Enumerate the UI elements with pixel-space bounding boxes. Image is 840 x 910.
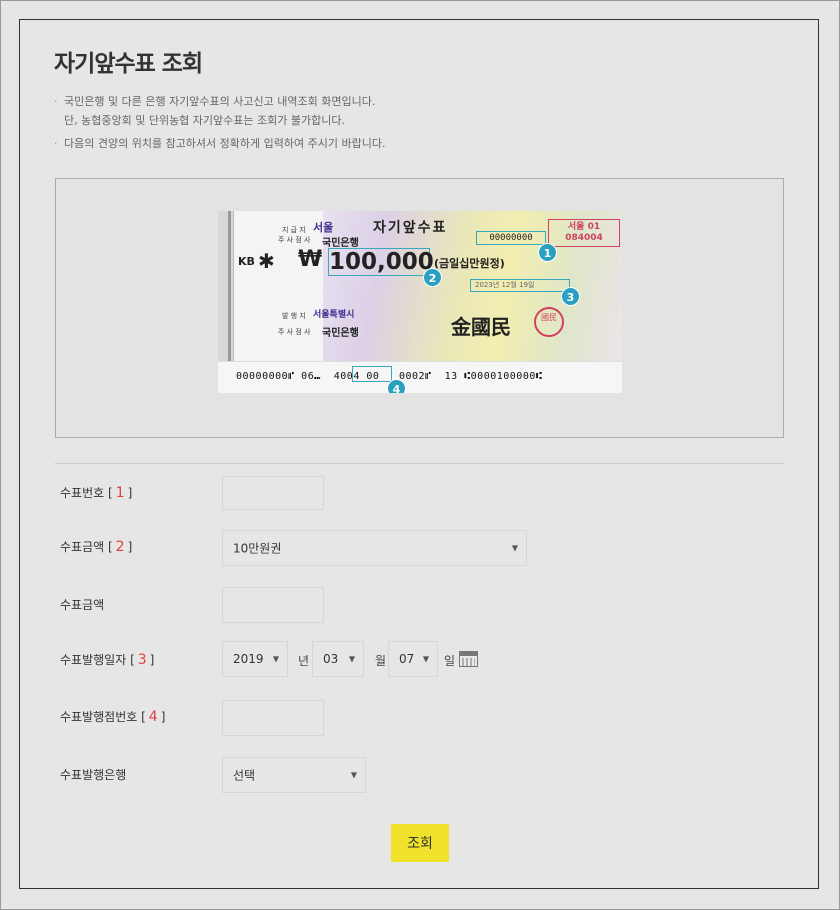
- check-bank-name: 국민은행: [322, 238, 359, 249]
- marker-4: 4: [387, 379, 406, 393]
- check-stub: [218, 211, 234, 361]
- check-signature: 金國民: [451, 315, 511, 339]
- check-issuer-bank: 국민은행: [322, 328, 359, 339]
- year-unit: 년: [298, 654, 310, 668]
- check-number-input[interactable]: [222, 476, 324, 510]
- check-date: 2023년 12월 19일: [470, 279, 570, 292]
- chevron-down-icon: ▼: [511, 543, 518, 553]
- check-amount-type-label: 수표금액 [2]: [60, 539, 133, 555]
- check-red-stamp: 서울 01 084004: [548, 219, 620, 247]
- chevron-down-icon: ▼: [272, 654, 279, 664]
- issue-month-select[interactable]: 03 ▼: [312, 641, 364, 677]
- section-divider: [55, 463, 784, 464]
- kb-logo: KB: [238, 255, 255, 268]
- notice-1: 국민은행 및 다른 은행 자기앞수표의 사고신고 내역조회 화면입니다.: [54, 92, 385, 111]
- won-sign: ₩: [298, 247, 323, 272]
- issue-year-select[interactable]: 2019 ▼: [222, 641, 288, 677]
- check-title: 자기앞수표: [373, 220, 448, 236]
- check-issuer-city: 서울특별시: [313, 310, 355, 320]
- marker-2: 2: [423, 268, 442, 287]
- check-amount-words: (금일십만원정): [434, 257, 505, 270]
- check-amount-select-value: 10만원권: [233, 541, 282, 556]
- search-button[interactable]: 조회: [391, 824, 449, 862]
- notice-3: 다음의 견양의 위치를 참고하셔서 정확하게 입력하여 주시기 바랍니다.: [54, 134, 385, 153]
- notice-2: 단, 농협중앙회 및 단위농협 자기앞수표는 조회가 불가합니다.: [64, 114, 345, 127]
- issuing-bank-label: 수표발행은행: [60, 768, 127, 782]
- marker-3: 3: [561, 287, 580, 306]
- marker-1: 1: [538, 243, 557, 262]
- branch-number-input[interactable]: [222, 700, 324, 736]
- check-amount: 100,000: [328, 248, 434, 276]
- chevron-down-icon: ▼: [348, 654, 355, 664]
- check-serial: 00000000: [476, 231, 546, 245]
- check-branch-highlight: [352, 366, 392, 382]
- notice-list: 국민은행 및 다른 은행 자기앞수표의 사고신고 내역조회 화면입니다. 단, …: [54, 92, 385, 153]
- month-unit: 월: [375, 654, 387, 668]
- chevron-down-icon: ▼: [350, 770, 357, 780]
- calendar-icon[interactable]: [459, 651, 478, 667]
- sample-check-image: 지 급 지 주 사 점 사 서울 국민은행 자기앞수표 KB ✱ ₩ 100,0…: [218, 211, 622, 393]
- chevron-down-icon: ▼: [422, 654, 429, 664]
- issue-date-label: 수표발행일자 [3]: [60, 652, 155, 668]
- issue-day-select[interactable]: 07 ▼: [388, 641, 438, 677]
- check-amount-select[interactable]: 10만원권 ▼: [222, 530, 527, 566]
- check-seal: 國民: [534, 307, 564, 337]
- check-city: 서울: [313, 221, 334, 234]
- page-title: 자기앞수표 조회: [54, 51, 203, 77]
- check-inquiry-panel: 자기앞수표 조회 국민은행 및 다른 은행 자기앞수표의 사고신고 내역조회 화…: [19, 19, 819, 889]
- kb-star-icon: ✱: [258, 249, 275, 273]
- sample-check-frame: 지 급 지 주 사 점 사 서울 국민은행 자기앞수표 KB ✱ ₩ 100,0…: [55, 178, 784, 438]
- check-amount-input[interactable]: [222, 587, 324, 623]
- check-number-label: 수표번호 [1]: [60, 485, 133, 501]
- check-amount-label: 수표금액: [60, 598, 105, 612]
- issuing-bank-select[interactable]: 선택 ▼: [222, 757, 366, 793]
- day-unit: 일: [444, 654, 456, 668]
- branch-number-label: 수표발행점번호 [4]: [60, 709, 166, 725]
